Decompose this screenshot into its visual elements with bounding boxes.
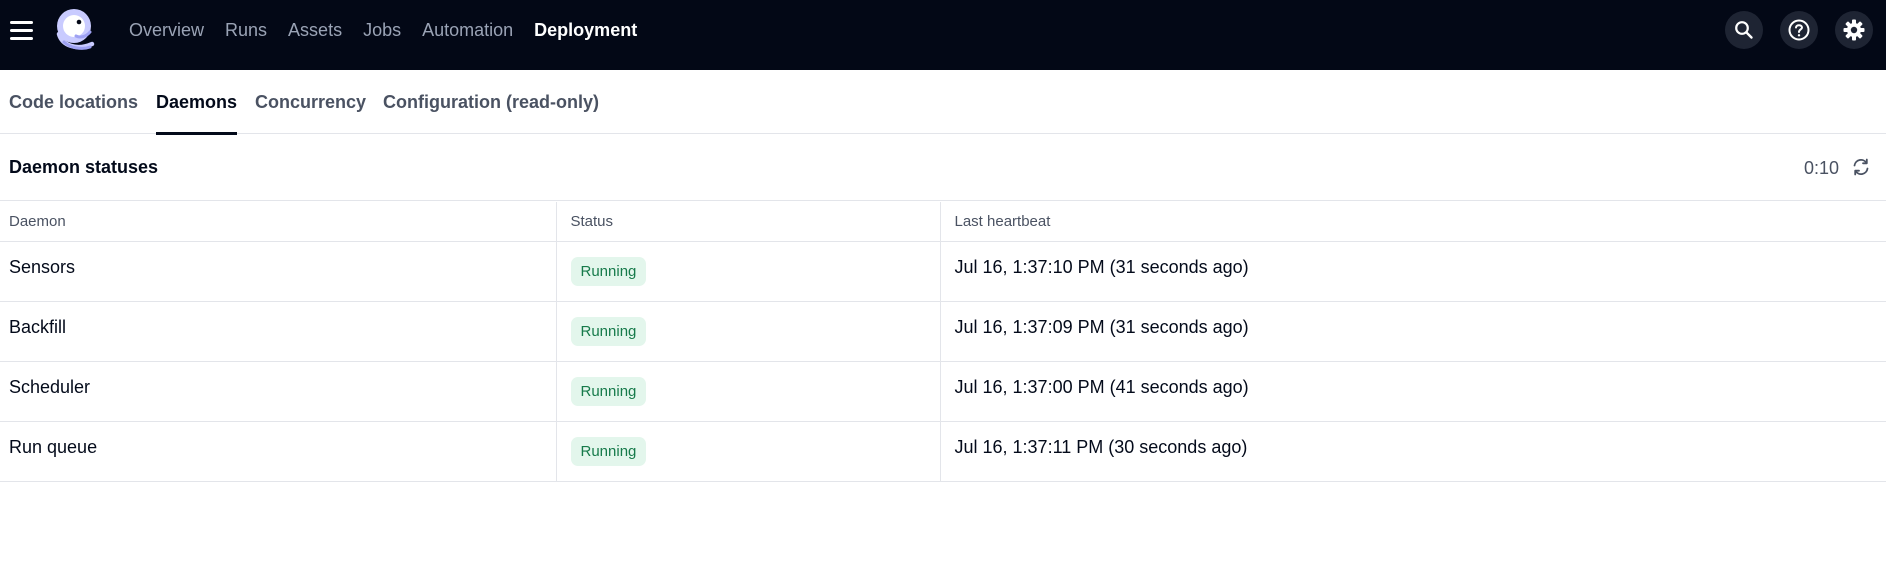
table-row: Run queue Running Jul 16, 1:37:11 PM (30… [0,421,1886,482]
table-header-row: Daemon Status Last heartbeat [0,202,1886,242]
nav-assets[interactable]: Assets [288,20,342,41]
deployment-tabs: Code locations Daemons Concurrency Confi… [0,70,1886,135]
settings-button[interactable] [1835,11,1873,49]
last-heartbeat: Jul 16, 1:37:11 PM (30 seconds ago) [939,421,1886,482]
daemon-name: Sensors [0,241,556,302]
tab-daemons[interactable]: Daemons [156,70,238,135]
daemon-table: Daemon Status Last heartbeat Sensors Run… [0,202,1886,482]
refresh-countdown: 0:10 [1803,158,1839,178]
column-header-daemon: Daemon [0,202,556,242]
last-heartbeat: Jul 16, 1:37:09 PM (31 seconds ago) [939,301,1886,362]
nav-automation[interactable]: Automation [422,20,513,41]
nav-deployment[interactable]: Deployment [534,20,637,41]
nav-overview[interactable]: Overview [129,20,204,41]
tab-code-locations[interactable]: Code locations [9,70,138,134]
help-icon [1788,19,1810,41]
status-badge: Running [570,256,647,286]
column-header-status: Status [555,202,940,242]
table-row: Scheduler Running Jul 16, 1:37:00 PM (41… [0,361,1886,422]
dagster-logo[interactable] [52,7,100,55]
help-button[interactable] [1780,11,1818,49]
menu-icon[interactable] [10,20,34,40]
tab-concurrency[interactable]: Concurrency [255,70,366,134]
column-header-last-heartbeat: Last heartbeat [939,202,1886,242]
search-icon [1735,21,1753,39]
main-nav: Overview Runs Assets Jobs Automation Dep… [129,0,658,60]
nav-jobs[interactable]: Jobs [363,20,401,41]
gear-icon [1843,19,1865,41]
daemon-name: Run queue [0,421,556,482]
search-button[interactable] [1725,11,1763,49]
status-badge: Running [570,316,647,346]
daemon-name: Backfill [0,301,556,362]
status-badge: Running [570,376,647,406]
tab-configuration[interactable]: Configuration (read-only) [383,70,599,134]
table-row: Backfill Running Jul 16, 1:37:09 PM (31 … [0,301,1886,362]
top-navigation-bar: Overview Runs Assets Jobs Automation Dep… [0,0,1886,70]
last-heartbeat: Jul 16, 1:37:00 PM (41 seconds ago) [939,361,1886,422]
section-title: Daemon statuses [9,157,159,177]
daemon-name: Scheduler [0,361,556,422]
last-heartbeat: Jul 16, 1:37:10 PM (31 seconds ago) [939,241,1886,302]
status-badge: Running [570,436,647,466]
refresh-icon[interactable] [1851,157,1871,177]
table-row: Sensors Running Jul 16, 1:37:10 PM (31 s… [0,241,1886,302]
daemon-statuses-header: Daemon statuses 0:10 [0,135,1886,201]
nav-runs[interactable]: Runs [225,20,267,41]
